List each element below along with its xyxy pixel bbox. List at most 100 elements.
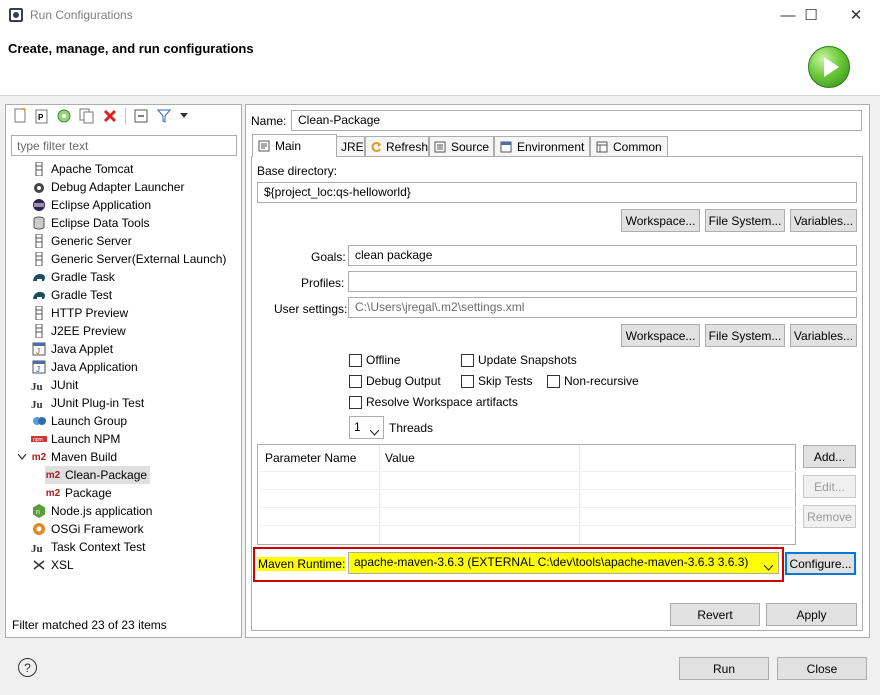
server-icon	[31, 251, 47, 267]
skip-tests-checkbox[interactable]: Skip Tests	[461, 374, 532, 388]
app-icon	[9, 8, 23, 22]
run-button[interactable]: Run	[679, 657, 769, 680]
checkbox-label: Resolve Workspace artifacts	[366, 395, 518, 409]
tree-item-junit-plugin-test[interactable]: Ju JUnit Plug-in Test	[31, 394, 144, 412]
tree-item-xsl[interactable]: XSL	[31, 556, 74, 574]
tree-item-debug-adapter-launcher[interactable]: Debug Adapter Launcher	[31, 178, 184, 196]
collapse-all-icon[interactable]	[133, 108, 149, 124]
tree-item-label: JUnit	[51, 378, 79, 392]
tree-item-junit[interactable]: Ju JUnit	[31, 376, 78, 394]
nodejs-icon: n	[31, 503, 47, 519]
button-label: Add...	[813, 449, 846, 464]
base-directory-field[interactable]: ${project_loc:qs-helloworld}	[257, 182, 857, 203]
tree-item-http-preview[interactable]: HTTP Preview	[31, 304, 128, 322]
tree-item-maven-build[interactable]: m2 Maven Build	[17, 448, 117, 466]
resolve-workspace-checkbox[interactable]: Resolve Workspace artifacts	[349, 395, 518, 409]
workspace-button-2[interactable]: Workspace...	[621, 324, 700, 347]
tree-item-generic-server-external[interactable]: Generic Server(External Launch)	[31, 250, 226, 268]
file-system-button-2[interactable]: File System...	[705, 324, 785, 347]
delete-icon[interactable]	[102, 108, 118, 124]
parameter-table[interactable]: Parameter Name Value	[257, 444, 796, 545]
profiles-field[interactable]	[348, 271, 857, 292]
tab-environment[interactable]: Environment	[494, 136, 590, 156]
checkbox-box[interactable]	[349, 395, 362, 409]
variables-button-2[interactable]: Variables...	[790, 324, 857, 347]
goals-label: Goals:	[311, 250, 346, 264]
filter-icon[interactable]	[156, 108, 172, 124]
new-prototype-icon[interactable]: P	[34, 108, 50, 124]
non-recursive-checkbox[interactable]: Non-recursive	[547, 374, 639, 388]
tree-item-nodejs-application[interactable]: n Node.js application	[31, 502, 152, 520]
column-header-value[interactable]: Value	[385, 451, 415, 465]
name-field[interactable]: Clean-Package	[291, 110, 862, 131]
threads-select[interactable]: 1	[349, 416, 384, 439]
export-configuration-icon[interactable]	[56, 108, 72, 124]
offline-checkbox[interactable]: Offline	[349, 353, 400, 367]
remove-button[interactable]: Remove	[803, 505, 856, 528]
checkbox-box[interactable]	[349, 374, 362, 388]
close-window-button[interactable]: ✕	[833, 0, 879, 30]
tree-item-gradle-test[interactable]: Gradle Test	[31, 286, 112, 304]
filter-input[interactable]	[11, 135, 237, 156]
tree-item-launch-npm[interactable]: npm Launch NPM	[31, 430, 120, 448]
tree-item-launch-group[interactable]: Launch Group	[31, 412, 127, 430]
tree-item-java-application[interactable]: J Java Application	[31, 358, 138, 376]
button-label: Edit...	[814, 479, 845, 494]
http-icon	[31, 305, 47, 321]
maven-icon: m2	[31, 451, 47, 463]
revert-button[interactable]: Revert	[670, 603, 760, 626]
checkbox-box[interactable]	[349, 353, 362, 367]
tab-main[interactable]: Main	[252, 134, 337, 157]
add-button[interactable]: Add...	[803, 445, 856, 468]
checkbox-box[interactable]	[461, 353, 474, 367]
update-snapshots-checkbox[interactable]: Update Snapshots	[461, 353, 577, 367]
checkbox-label: Skip Tests	[478, 374, 533, 388]
new-configuration-icon[interactable]	[12, 108, 28, 124]
table-row-line	[259, 507, 796, 508]
tree-item-generic-server[interactable]: Generic Server	[31, 232, 132, 250]
run-banner-icon	[808, 46, 850, 88]
apply-button[interactable]: Apply	[766, 603, 857, 626]
edit-button[interactable]: Edit...	[803, 475, 856, 498]
tree-item-eclipse-data-tools[interactable]: Eclipse Data Tools	[31, 214, 150, 232]
checkbox-box[interactable]	[547, 374, 560, 388]
duplicate-icon[interactable]	[79, 108, 95, 124]
tree-item-eclipse-application[interactable]: Eclipse Application	[31, 196, 151, 214]
tab-refresh[interactable]: Refresh	[365, 136, 429, 156]
tree-item-java-applet[interactable]: J Java Applet	[31, 340, 113, 358]
workspace-button[interactable]: Workspace...	[621, 209, 700, 232]
checkbox-box[interactable]	[461, 374, 474, 388]
tree-item-clean-package[interactable]: m2 Clean-Package	[45, 466, 151, 484]
close-button[interactable]: Close	[777, 657, 867, 680]
variables-button[interactable]: Variables...	[790, 209, 857, 232]
configure-button[interactable]: Configure...	[785, 552, 856, 575]
tab-label: Refresh	[386, 139, 429, 154]
goals-field[interactable]: clean package	[348, 245, 857, 266]
refresh-icon	[370, 140, 382, 154]
column-header-parameter-name[interactable]: Parameter Name	[265, 451, 356, 465]
tree-item-j2ee-preview[interactable]: J2EE Preview	[31, 322, 126, 340]
tree-item-gradle-task[interactable]: Gradle Task	[31, 268, 115, 286]
tree-item-label: JUnit Plug-in Test	[51, 396, 145, 410]
button-label: File System...	[708, 328, 782, 343]
tree-item-label: Maven Build	[51, 450, 118, 464]
tree-item-package[interactable]: m2 Package	[45, 484, 112, 502]
tree-item-label: Java Application	[51, 360, 138, 374]
help-icon[interactable]: ?	[18, 658, 37, 677]
toolbar-separator	[125, 108, 126, 124]
user-settings-field[interactable]: C:\Users\jregal\.m2\settings.xml	[348, 297, 857, 318]
tree-item-osgi-framework[interactable]: OSGi Framework	[31, 520, 144, 538]
maven-runtime-select[interactable]: apache-maven-3.6.3 (EXTERNAL C:\dev\tool…	[348, 552, 779, 574]
button-label: Revert	[697, 607, 733, 622]
tree-item-label: XSL	[51, 558, 74, 572]
file-system-button[interactable]: File System...	[705, 209, 785, 232]
chevron-down-icon[interactable]	[17, 449, 27, 465]
tree-item-apache-tomcat[interactable]: Apache Tomcat	[31, 160, 134, 178]
tree-item-task-context-test[interactable]: Ju Task Context Test	[31, 538, 146, 556]
debug-output-checkbox[interactable]: Debug Output	[349, 374, 441, 388]
tab-source[interactable]: Source	[429, 136, 494, 156]
chevron-down-icon[interactable]	[176, 108, 192, 124]
maximize-button[interactable]: ☐	[788, 0, 834, 30]
threads-value: 1	[354, 420, 361, 434]
tab-common[interactable]: Common	[590, 136, 668, 156]
